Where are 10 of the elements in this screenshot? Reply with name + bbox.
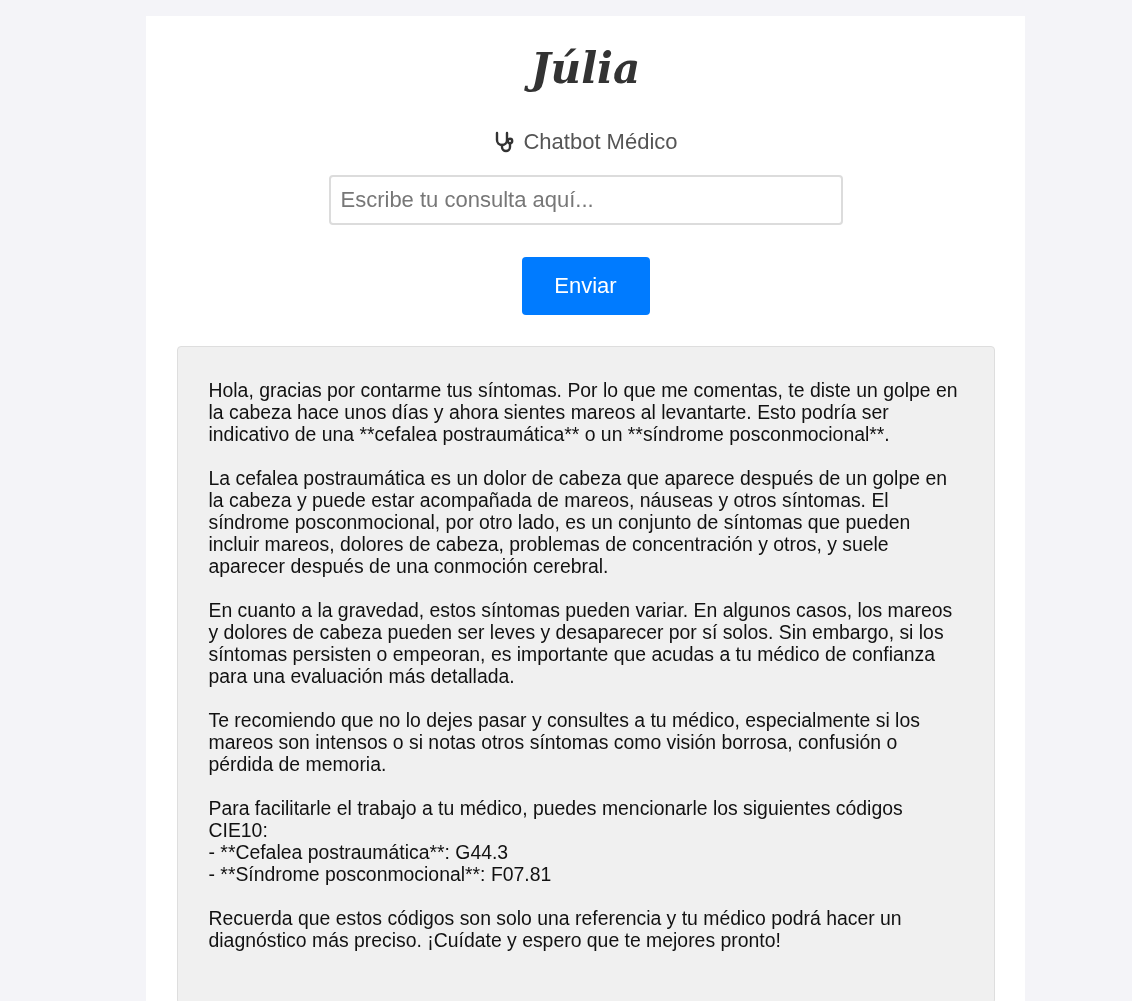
response-paragraph: Para facilitarle el trabajo a tu médico, puedes mencionarle los siguientes códigos CIE10: - **Cefalea postraumática**: G44.3 - **Síndrome posconmocional**: F07.81: [208, 796, 904, 885]
response-paragraph: Hola, gracias por contarme tus síntomas. Por lo que me comentas, te diste un golpe en la cabeza hace unos días y ahora sientes mareos al levantarte. Esto podría ser indicativo de una **cefalea postraumática** o un **síndrome posconmocional**.: [208, 378, 959, 445]
response-paragraph: La cefalea postraumática es un dolor de cabeza que aparece después de un golpe en la cabeza y puede estar acompañada de mareos, náuseas y otros síntomas. El síndrome posconmocional, por otro lado, es un conjunto de síntomas que pueden incluir mareos, dolores de cabeza, problemas de concentración y otros, y suele aparecer después de una conmoción cerebral.: [208, 466, 948, 577]
response-paragraph: Te recomiendo que no lo dejes pasar y consultes a tu médico, especialmente si los mareos son intensos o si notas otros síntomas como visión borrosa, confusión o pérdida de memoria.: [208, 708, 921, 775]
app-title: Júlia: [524, 40, 647, 99]
response-paragraph: Recuerda que estos códigos son solo una referencia y tu médico podrá hacer un diagnóstico más preciso. ¡Cuídate y espero que te mejores pronto!: [208, 906, 903, 951]
response-paragraph: En cuanto a la gravedad, estos síntomas pueden variar. En algunos casos, los mareos y dolores de cabeza pueden ser leves y desaparecer por sí solos. Sin embargo, si los síntomas persisten o empeoran, es importante que acudas a tu médico de confianza para una evaluación más detallada.: [208, 598, 954, 687]
subtitle: Chatbot Médico: [523, 128, 678, 155]
send-button[interactable]: Enviar: [521, 256, 650, 315]
query-input-field[interactable]: Escribe tu consulta aquí...: [328, 174, 843, 225]
